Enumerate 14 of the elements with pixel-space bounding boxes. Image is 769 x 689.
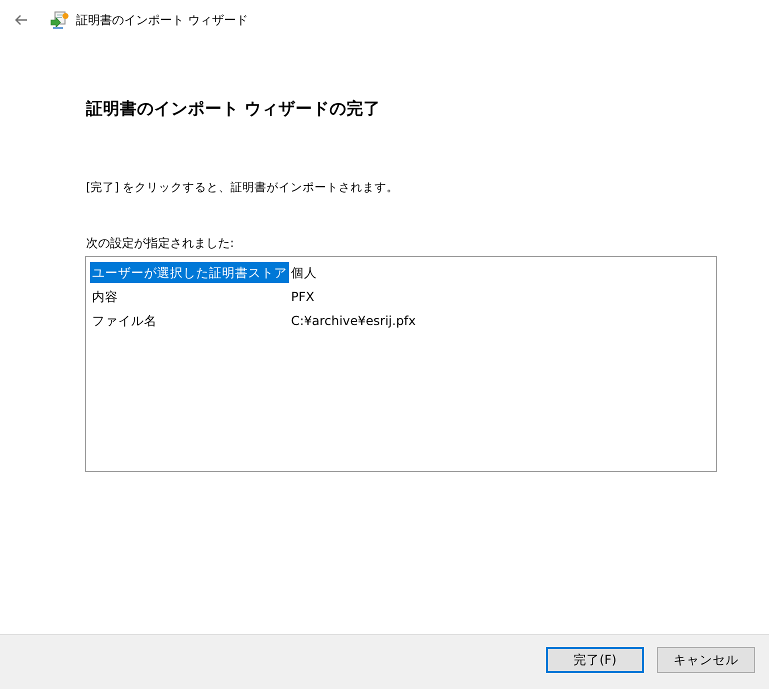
setting-value: 個人 xyxy=(291,264,317,282)
wizard-heading: 証明書のインポート ウィザードの完了 xyxy=(86,98,382,120)
setting-value: C:¥archive¥esrij.pfx xyxy=(291,312,416,330)
instruction-text: [完了] をクリックすると、証明書がインポートされます。 xyxy=(86,179,400,196)
back-arrow-icon xyxy=(14,14,28,26)
certificate-arrow-icon xyxy=(50,10,70,30)
window-title: 証明書のインポート ウィザード xyxy=(76,12,248,28)
setting-name[interactable]: ユーザーが選択した証明書ストア xyxy=(90,262,289,282)
settings-label: 次の設定が指定されました: xyxy=(86,235,236,252)
cancel-button[interactable]: キャンセル xyxy=(657,647,755,673)
setting-name[interactable]: ファイル名 xyxy=(90,310,159,330)
finish-button[interactable]: 完了(F) xyxy=(546,647,644,673)
setting-name[interactable]: 内容 xyxy=(90,286,120,306)
setting-value: PFX xyxy=(291,288,314,306)
